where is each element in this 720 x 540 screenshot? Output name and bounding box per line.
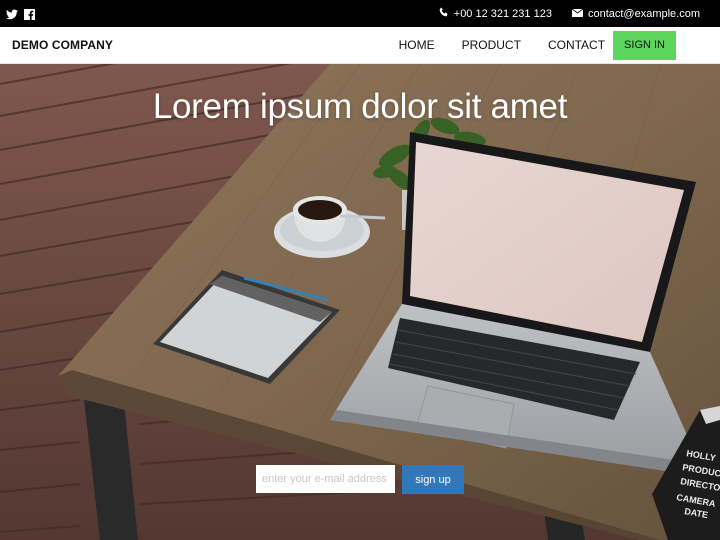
top-bar: +00 12 321 231 123 contact@example.com — [0, 0, 720, 27]
phone-icon — [439, 7, 449, 20]
hero-section: HOLLY PRODUC DIRECTO CAMERA DATE Lorem i… — [0, 64, 720, 540]
nav-item-product[interactable]: PRODUCT — [462, 38, 521, 52]
hero-headline: Lorem ipsum dolor sit amet — [152, 87, 568, 126]
phone-number: +00 12 321 231 123 — [453, 7, 552, 20]
email-contact[interactable]: contact@example.com — [571, 7, 700, 20]
email-address: contact@example.com — [587, 7, 700, 20]
sign-up-button[interactable]: sign up — [402, 465, 464, 494]
phone-contact: +00 12 321 231 123 — [439, 7, 552, 20]
envelope-icon — [571, 8, 584, 20]
signup-form: sign up — [256, 465, 464, 494]
nav-item-contact[interactable]: CONTACT — [548, 38, 605, 52]
main-navbar: DEMO COMPANY HOME PRODUCT CONTACT SIGN I… — [0, 27, 720, 64]
twitter-icon[interactable] — [6, 7, 18, 25]
nav-menu: HOME PRODUCT CONTACT SIGN IN — [399, 30, 676, 60]
contact-info: +00 12 321 231 123 contact@example.com — [439, 0, 700, 27]
facebook-icon[interactable] — [24, 7, 35, 25]
sign-in-button[interactable]: SIGN IN — [613, 30, 676, 60]
nav-item-home[interactable]: HOME — [399, 38, 435, 52]
social-links — [6, 7, 35, 25]
brand-logo[interactable]: DEMO COMPANY — [12, 38, 113, 52]
email-input[interactable] — [256, 465, 395, 493]
